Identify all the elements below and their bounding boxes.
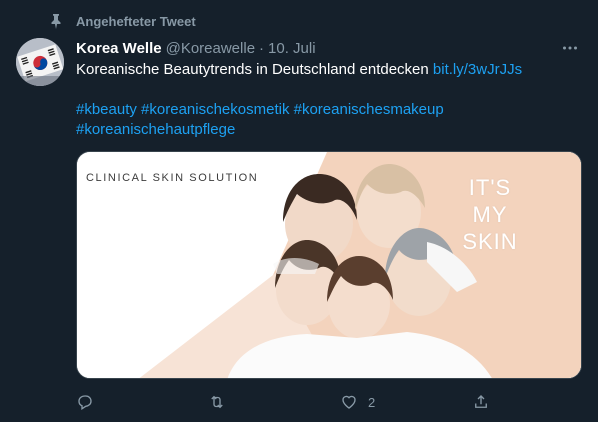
- pinned-label: Angehefteter Tweet: [76, 13, 196, 29]
- korea-flag-avatar-icon: [16, 38, 64, 86]
- pinned-tweet[interactable]: Angehefteter Tweet Korea Welle @Koreawel…: [0, 0, 598, 422]
- media-slogan: IT'S MY SKIN: [445, 174, 535, 255]
- pin-icon: [51, 14, 61, 29]
- more-options-button[interactable]: [558, 36, 582, 60]
- tweet-link[interactable]: bit.ly/3wJrJJs: [433, 61, 522, 78]
- like-count: 2: [368, 394, 376, 410]
- reply-button[interactable]: [76, 390, 104, 414]
- tweet-actions: 2: [76, 390, 516, 414]
- heart-icon: [342, 395, 356, 409]
- share-icon: [475, 395, 487, 408]
- tweet-media-image[interactable]: CLINICAL SKIN SOLUTION IT'S MY SKIN: [76, 151, 582, 379]
- tweet-text: Koreanische Beautytrends in Deutschland …: [76, 60, 584, 140]
- media-slogan-line-2: MY: [472, 202, 508, 227]
- media-slogan-line-1: IT'S: [468, 175, 512, 200]
- like-button[interactable]: 2: [340, 390, 375, 414]
- retweet-icon: [211, 395, 223, 409]
- pinned-indicator: Angehefteter Tweet: [48, 12, 196, 30]
- author-name[interactable]: Korea Welle: [76, 40, 162, 57]
- hashtags-line-1[interactable]: #kbeauty #koreanischekosmetik #koreanisc…: [76, 101, 444, 118]
- reply-icon: [78, 395, 92, 411]
- author-handle[interactable]: @Koreawelle: [166, 40, 255, 57]
- media-brand-text: CLINICAL SKIN SOLUTION: [86, 172, 259, 184]
- tweet-body: Koreanische Beautytrends in Deutschland …: [76, 61, 429, 78]
- tweet-header: Korea Welle @Koreawelle · 10. Juli: [76, 38, 582, 58]
- hashtags-line-2[interactable]: #koreanischehautpflege: [76, 121, 235, 138]
- retweet-button[interactable]: [208, 390, 236, 414]
- tweet-date[interactable]: 10. Juli: [268, 40, 316, 57]
- share-button[interactable]: [472, 390, 500, 414]
- separator-dot: ·: [259, 39, 265, 57]
- media-slogan-line-3: SKIN: [462, 229, 518, 254]
- more-icon: [563, 46, 577, 50]
- avatar[interactable]: [16, 38, 64, 86]
